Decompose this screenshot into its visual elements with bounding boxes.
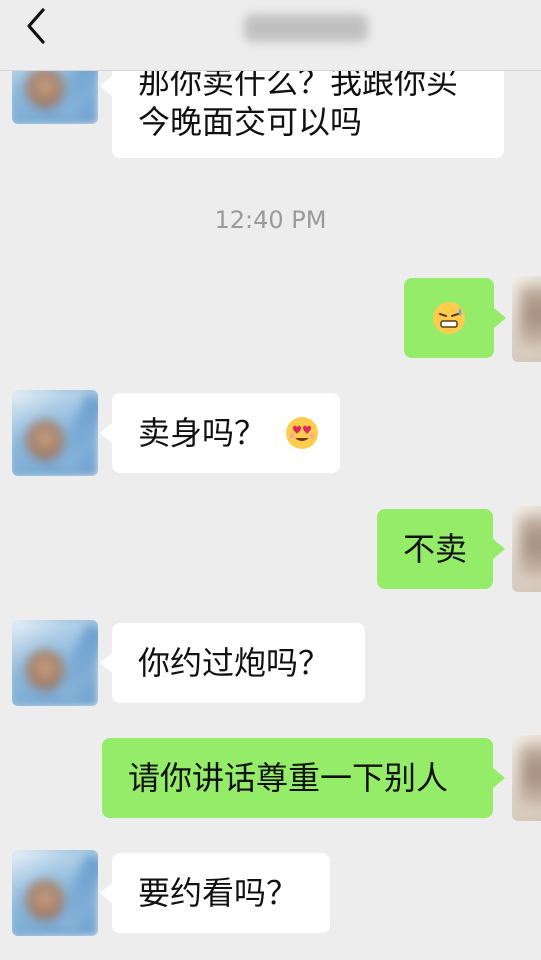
contact-avatar[interactable]	[12, 390, 98, 476]
my-avatar[interactable]	[512, 276, 541, 362]
message-bubble-outgoing[interactable]	[404, 278, 506, 358]
message-bubble-incoming[interactable]: 你约过炮吗？	[100, 623, 365, 703]
my-avatar[interactable]	[512, 735, 541, 821]
chat-title-blurred	[244, 14, 368, 42]
message-timestamp: 12:40 PM	[214, 206, 327, 234]
message-bubble-outgoing[interactable]: 不卖	[377, 509, 505, 589]
message-text: 不卖	[403, 530, 468, 568]
message-bubble-incoming[interactable]: 要约看吗？	[100, 853, 330, 933]
chat-header	[0, 0, 541, 71]
contact-avatar[interactable]	[12, 620, 98, 706]
message-text: 请你讲话尊重一下别人	[128, 759, 449, 797]
message-bubble-incoming[interactable]: 卖身吗？	[100, 393, 340, 473]
message-text: 卖身吗？	[138, 414, 267, 452]
contact-avatar[interactable]	[12, 850, 98, 936]
heart-eyes-emoji-icon	[284, 415, 320, 451]
message-text-line: 今晚面交可以吗	[138, 103, 363, 141]
my-avatar[interactable]	[512, 506, 541, 592]
back-button[interactable]	[18, 8, 54, 48]
chevron-left-icon	[25, 7, 47, 49]
message-text: 要约看吗？	[138, 874, 299, 912]
message-text: 你约过炮吗？	[138, 644, 331, 682]
grimace-sweat-emoji-icon	[431, 300, 467, 336]
message-bubble-outgoing[interactable]: 请你讲话尊重一下别人	[102, 738, 505, 818]
